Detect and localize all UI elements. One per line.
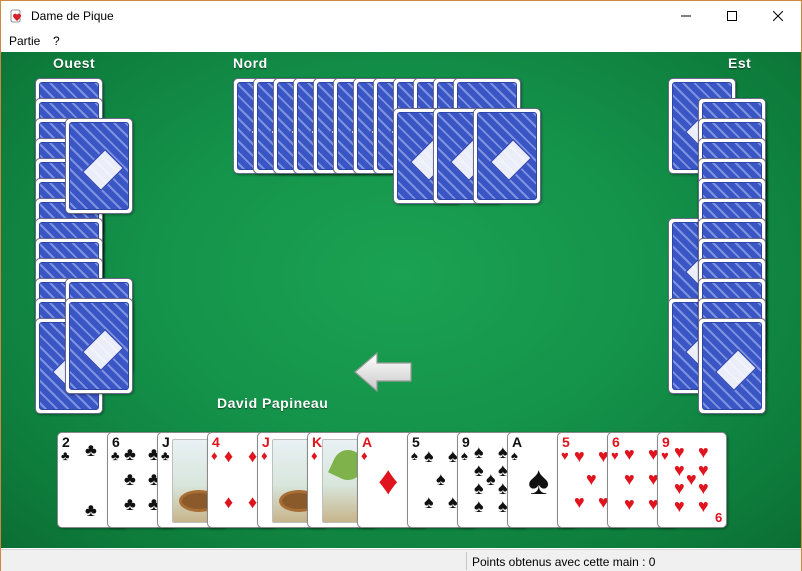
card-pip: ♠ [436, 469, 446, 489]
window-title: Dame de Pique [31, 9, 114, 23]
card-suit-icon: ♦ [311, 448, 318, 463]
status-separator [466, 552, 467, 570]
card-rank: 9 [662, 434, 670, 450]
card-suit-icon: ♥ [611, 448, 619, 463]
card-pip: ♠ [474, 442, 484, 462]
arrow-left-icon[interactable] [353, 351, 413, 393]
hearts-window: Dame de Pique Partie ? Ouest Nord Est Da… [0, 0, 802, 571]
player-name-east: Est [728, 55, 752, 71]
card-pip: ♥ [698, 442, 709, 462]
card-pip: ♣ [124, 469, 136, 489]
card-back-east [698, 318, 766, 414]
hearts-app-icon [10, 9, 21, 23]
card-rank: 5 [562, 434, 570, 450]
card-pip: ♣ [124, 494, 136, 514]
card-pip: ♠ [474, 478, 484, 498]
card-rank: 6 [112, 434, 120, 450]
card-pip: ♦ [224, 492, 234, 512]
card-pip: ♥ [674, 460, 685, 480]
card-table: Ouest Nord Est David Papineau 2 ♣ ♣ ♣ 6 ♣ ♣ ♣ ♣ ♣… [1, 52, 801, 548]
card-pip: ♠ [424, 492, 434, 512]
card-suit-icon: ♠ [511, 448, 518, 463]
card-pip: ♥ [698, 496, 709, 516]
card-back-west [65, 298, 133, 394]
card-suit-icon: ♥ [561, 448, 569, 463]
card-pip: ♥ [698, 478, 709, 498]
card-pip: ♥ [624, 494, 635, 514]
card-rank: K [312, 434, 323, 450]
player-name-north: Nord [233, 55, 268, 71]
card-suit-icon: ♥ [661, 448, 669, 463]
card-pip: ♠ [528, 459, 550, 503]
card-rank: 9 [462, 434, 470, 450]
card-pip: ♦ [224, 446, 234, 466]
card-suit-icon: ♦ [261, 448, 268, 463]
menu-partie[interactable]: Partie [9, 34, 40, 48]
card-pip: ♠ [474, 496, 484, 516]
card-pip: ♣ [85, 500, 97, 520]
card-pip: ♣ [124, 444, 136, 464]
hand-card[interactable]: 9 ♥ ♥ ♥ ♥ ♥ ♥ ♥ ♥ ♥ ♥ 9 [657, 432, 727, 528]
card-suit-icon: ♦ [361, 448, 368, 463]
card-back-north [473, 108, 541, 204]
close-icon [773, 11, 783, 21]
card-rank: 6 [612, 434, 620, 450]
menu-help[interactable]: ? [53, 34, 60, 48]
status-bar: Points obtenus avec cette main : 0 [1, 549, 801, 571]
card-pip: ♥ [674, 496, 685, 516]
card-pip: ♦ [248, 446, 258, 466]
card-rank: J [262, 434, 270, 450]
card-back-pattern [69, 302, 129, 390]
player-name-west: Ouest [53, 55, 96, 71]
maximize-button[interactable] [709, 1, 755, 31]
card-back-pattern [69, 122, 129, 210]
minimize-button[interactable] [663, 1, 709, 31]
card-pip: ♥ [686, 469, 697, 489]
card-rank: 4 [212, 434, 220, 450]
card-pip: ♥ [586, 469, 597, 489]
title-bar: Dame de Pique [1, 1, 801, 31]
card-back-pattern [477, 112, 537, 200]
card-pip: ♦ [378, 459, 399, 503]
card-suit-icon: ♠ [411, 448, 418, 463]
player-name-south: David Papineau [217, 395, 329, 411]
card-pip: ♥ [624, 469, 635, 489]
points-status: Points obtenus avec cette main : 0 [472, 555, 656, 569]
card-pip: ♥ [574, 446, 585, 466]
card-rank-bottom: 9 [714, 510, 722, 525]
card-rank: J [162, 434, 170, 450]
card-back-west [65, 118, 133, 214]
card-suit-icon: ♠ [461, 448, 468, 463]
card-suit-icon: ♣ [111, 448, 120, 463]
close-button[interactable] [755, 1, 801, 31]
card-pip: ♠ [474, 460, 484, 480]
card-suit-icon: ♣ [61, 448, 70, 463]
card-rank: A [362, 434, 373, 450]
card-pip: ♠ [486, 469, 496, 489]
minimize-icon [681, 15, 691, 17]
card-pip: ♥ [674, 442, 685, 462]
card-pip: ♥ [698, 460, 709, 480]
card-pip: ♥ [624, 444, 635, 464]
card-pip: ♦ [248, 492, 258, 512]
card-suit-icon: ♦ [211, 448, 218, 463]
card-pip: ♥ [574, 492, 585, 512]
card-rank: 2 [62, 434, 70, 450]
card-pip: ♠ [424, 446, 434, 466]
maximize-icon [727, 11, 737, 21]
card-suit-icon: ♣ [161, 448, 170, 463]
card-pip: ♣ [85, 440, 97, 460]
card-pip: ♥ [674, 478, 685, 498]
card-rank: A [512, 434, 523, 450]
card-back-pattern [702, 322, 762, 410]
card-rank: 5 [412, 434, 420, 450]
menu-bar: Partie ? [1, 31, 801, 51]
